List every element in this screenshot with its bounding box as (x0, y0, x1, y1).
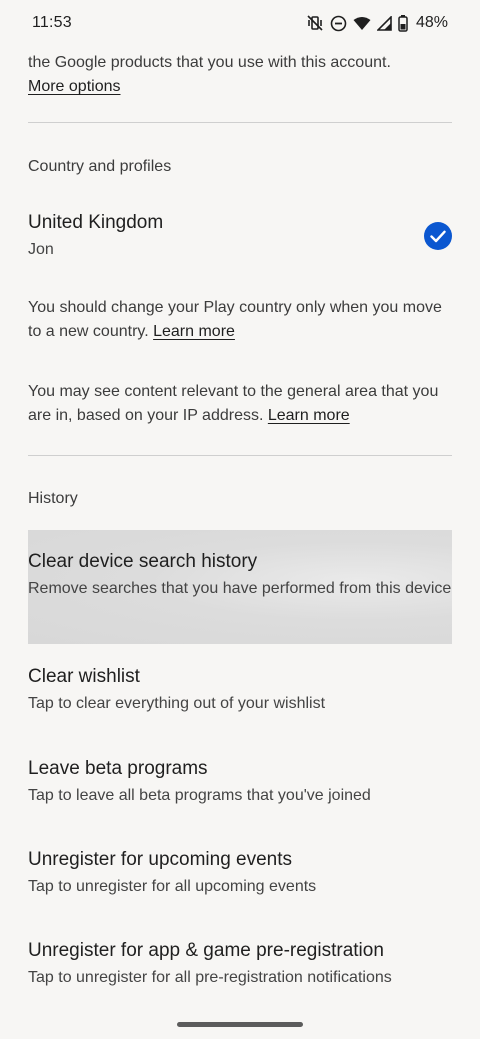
leave-beta-programs-item[interactable]: Leave beta programs Tap to leave all bet… (28, 756, 452, 808)
more-options-link[interactable]: More options (28, 78, 121, 95)
gesture-nav-handle[interactable] (177, 1022, 303, 1027)
item-subtitle: Tap to leave all beta programs that you'… (28, 787, 371, 804)
account-products-line: the Google products that you use with th… (28, 54, 391, 71)
vibrate-off-icon (306, 14, 324, 32)
status-bar: 11:53 48% (0, 0, 480, 46)
checkmark-icon (424, 222, 452, 250)
item-title: Unregister for app & game pre-registrati… (28, 940, 384, 961)
wifi-icon (353, 16, 371, 31)
clear-wishlist-item[interactable]: Clear wishlist Tap to clear everything o… (28, 664, 452, 716)
divider (28, 122, 452, 123)
learn-more-link[interactable]: Learn more (153, 323, 235, 340)
country-name: United Kingdom (28, 212, 164, 233)
battery-percent: 48% (415, 14, 448, 31)
country-row-united-kingdom[interactable]: United Kingdom Jon (28, 210, 452, 266)
item-title: Leave beta programs (28, 758, 208, 779)
section-country-and-profiles: Country and profiles (28, 158, 172, 175)
account-products-text: the Google products that you use with th… (28, 51, 452, 99)
item-title: Unregister for upcoming events (28, 849, 293, 870)
divider (28, 455, 452, 456)
ip-content-note: You may see content relevant to the gene… (28, 380, 452, 428)
signal-icon (376, 15, 392, 31)
section-history: History (28, 490, 78, 507)
clear-device-search-history-item[interactable]: Clear device search history Remove searc… (28, 549, 452, 601)
item-title: Clear device search history (28, 551, 258, 572)
status-icons: 48% (306, 14, 448, 32)
country-change-note: You should change your Play country only… (28, 296, 452, 344)
battery-icon (398, 14, 408, 32)
learn-more-link[interactable]: Learn more (268, 407, 350, 424)
item-subtitle: Tap to clear everything out of your wish… (28, 695, 326, 712)
do-not-disturb-icon (330, 15, 347, 32)
item-subtitle: Tap to unregister for all upcoming event… (28, 878, 317, 895)
item-subtitle: Remove searches that you have performed … (28, 580, 452, 597)
unregister-pre-registration-item[interactable]: Unregister for app & game pre-registrati… (28, 938, 452, 990)
item-subtitle: Tap to unregister for all pre-registrati… (28, 969, 392, 986)
profile-name: Jon (28, 241, 54, 258)
item-title: Clear wishlist (28, 666, 140, 687)
unregister-upcoming-events-item[interactable]: Unregister for upcoming events Tap to un… (28, 847, 452, 899)
ip-content-text: You may see content relevant to the gene… (28, 383, 439, 424)
status-time: 11:53 (32, 14, 72, 31)
